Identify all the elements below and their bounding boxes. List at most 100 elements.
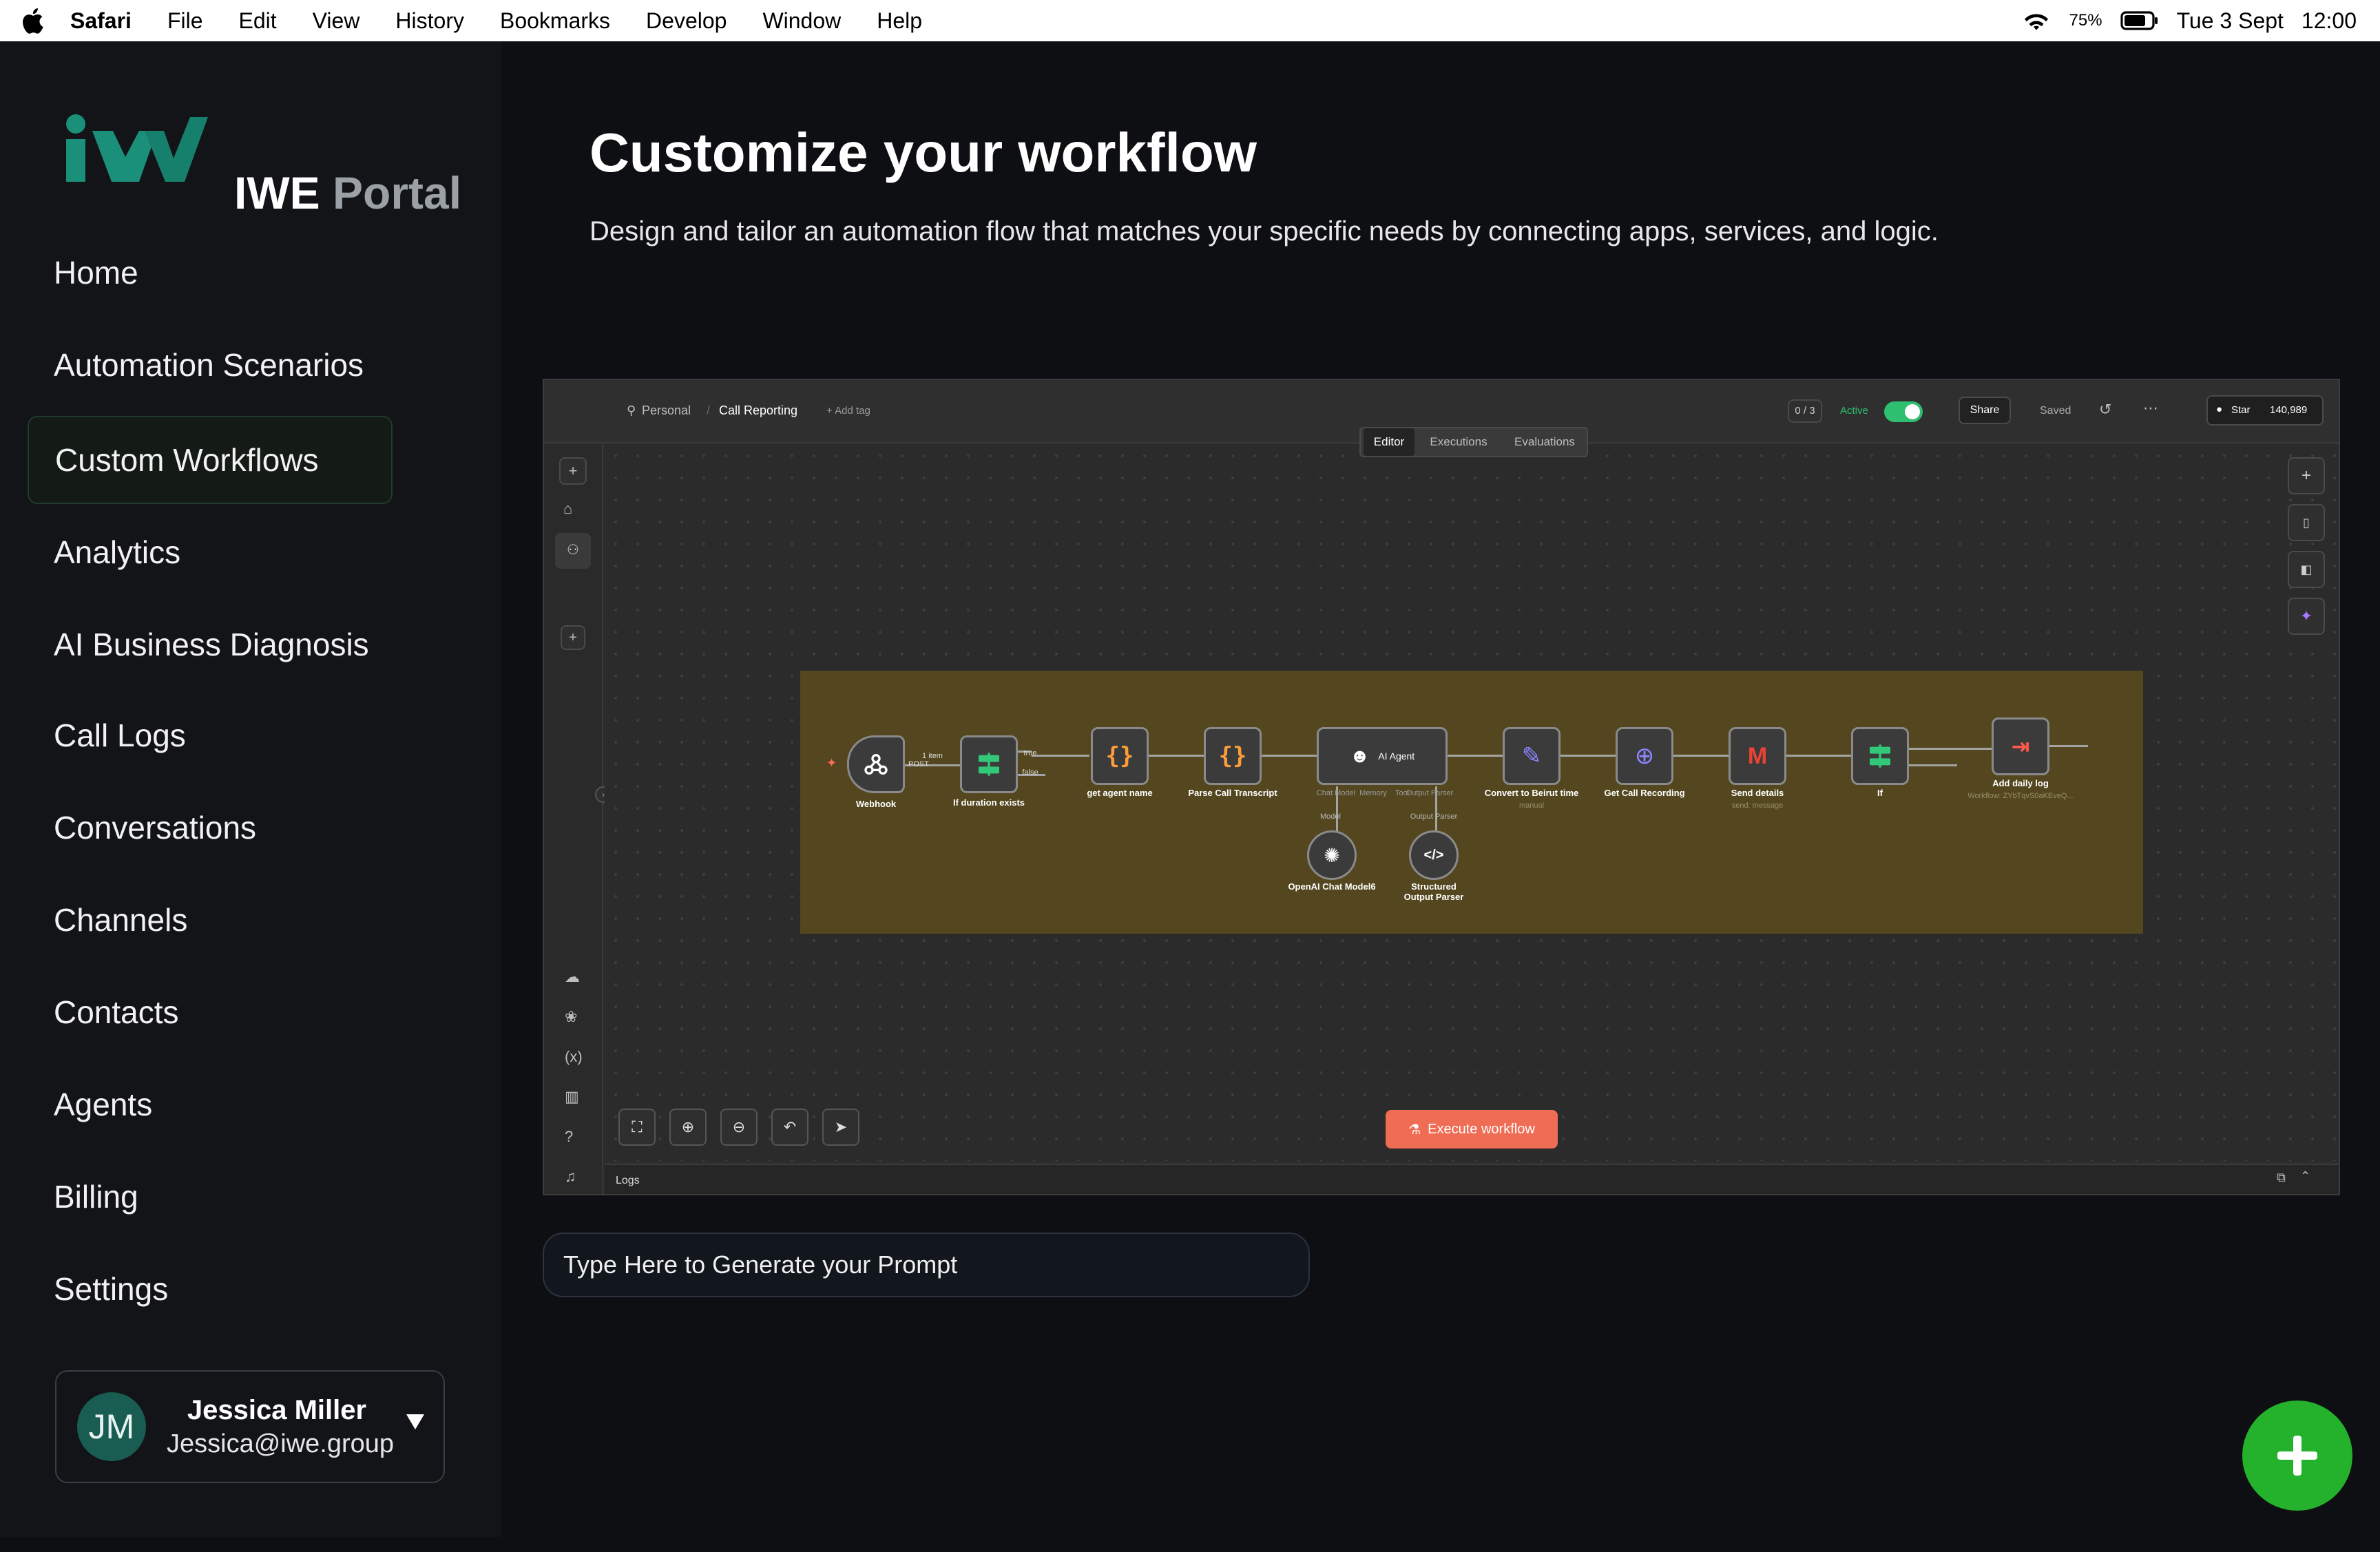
- node-if-duration[interactable]: [960, 735, 1018, 793]
- node-parse-call-transcript[interactable]: {}: [1204, 727, 1262, 785]
- home-icon[interactable]: ⌂: [563, 500, 572, 518]
- node-add-daily-log[interactable]: ⇥: [1992, 717, 2049, 775]
- menu-window[interactable]: Window: [762, 8, 841, 34]
- battery-icon[interactable]: [2120, 11, 2159, 30]
- connection-line: [1560, 755, 1616, 757]
- menu-edit[interactable]: Edit: [239, 8, 277, 34]
- sidebar-item-ai-business-diagnosis[interactable]: AI Business Diagnosis: [28, 600, 393, 689]
- tab-executions[interactable]: Executions: [1417, 428, 1500, 456]
- fit-view-icon[interactable]: ⛶: [618, 1109, 656, 1146]
- zoom-out-icon[interactable]: ⊖: [720, 1109, 758, 1146]
- active-toggle[interactable]: [1884, 401, 1923, 422]
- connection-line: [1909, 748, 1992, 750]
- apple-icon[interactable]: [18, 5, 50, 36]
- sidebar-item-automation-scenarios[interactable]: Automation Scenarios: [28, 321, 393, 409]
- sidebar-item-custom-workflows[interactable]: Custom Workflows: [28, 416, 393, 504]
- user-icon[interactable]: ⚇: [555, 533, 591, 569]
- history-icon[interactable]: ↺: [2099, 401, 2111, 419]
- trigger-bolt-icon: ✦: [826, 756, 837, 770]
- menu-date[interactable]: Tue 3 Sept: [2177, 8, 2284, 34]
- menu-time[interactable]: 12:00: [2301, 8, 2357, 34]
- port-chat-model: Chat Model: [1316, 789, 1356, 797]
- node-convert-to-beirut-time[interactable]: ✎: [1503, 727, 1560, 785]
- chevron-down-icon[interactable]: [406, 1414, 424, 1429]
- sidebar-item-analytics[interactable]: Analytics: [28, 508, 393, 596]
- menu-develop[interactable]: Develop: [646, 8, 727, 34]
- counter-badge: 0 / 3: [1788, 399, 1822, 423]
- user-account-card[interactable]: JM Jessica Miller Jessica@iwe.group: [55, 1370, 445, 1483]
- menu-history[interactable]: History: [395, 8, 464, 34]
- wifi-icon[interactable]: [2021, 9, 2052, 32]
- node-if[interactable]: [1851, 727, 1909, 785]
- cloud-icon[interactable]: ☁: [565, 968, 580, 986]
- help-icon[interactable]: ?: [565, 1128, 573, 1146]
- ai-assistant-icon[interactable]: ✦: [2288, 598, 2325, 635]
- undo-icon[interactable]: ↶: [771, 1109, 808, 1146]
- login-arrow-icon: ⇥: [2011, 734, 2030, 759]
- node-label: Parse Call Transcript: [1188, 788, 1277, 798]
- saved-status: Saved: [2040, 405, 2071, 417]
- panel-icon[interactable]: ◧: [2288, 551, 2325, 588]
- sticky-note-icon[interactable]: ▯: [2288, 504, 2325, 541]
- editor-tabs: Editor Executions Evaluations: [1359, 427, 1588, 457]
- templates-icon[interactable]: ❀: [565, 1008, 577, 1026]
- openai-icon: ✺: [1324, 844, 1340, 866]
- share-button[interactable]: Share: [1959, 397, 2011, 424]
- add-fab-button[interactable]: [2242, 1401, 2352, 1511]
- node-send-details[interactable]: M: [1729, 727, 1786, 785]
- sidebar-item-settings[interactable]: Settings: [28, 1245, 393, 1333]
- breadcrumb-project[interactable]: Personal: [642, 403, 691, 418]
- add-node-icon[interactable]: +: [2288, 457, 2325, 494]
- add-project-icon[interactable]: +: [561, 625, 585, 650]
- output-parser-port-label: Output Parser: [1410, 812, 1458, 821]
- execute-workflow-button[interactable]: ⚗ Execute workflow: [1386, 1110, 1558, 1149]
- plus-icon: [2277, 1436, 2317, 1476]
- sidebar-item-channels[interactable]: Channels: [28, 876, 393, 964]
- sidebar-item-conversations[interactable]: Conversations: [28, 784, 393, 872]
- popout-icon[interactable]: ⧉: [2277, 1171, 2286, 1185]
- menu-help[interactable]: Help: [877, 8, 922, 34]
- editor-left-rail: + ⌂ ⚇ + ☁ ❀ (x) ▥ ? ♫ DE: [544, 443, 603, 1194]
- variables-icon[interactable]: (x): [565, 1048, 583, 1066]
- iwe-logo: [66, 114, 208, 182]
- node-subtitle: Workflow: ZYbTqvS0aKEveQ...: [1967, 792, 2074, 800]
- connection-label: POST: [908, 760, 929, 768]
- sidebar-item-home[interactable]: Home: [28, 229, 393, 317]
- node-get-call-recording[interactable]: ⊕: [1616, 727, 1673, 785]
- node-openai-chat-model[interactable]: ✺: [1307, 830, 1357, 880]
- workflow-name[interactable]: Call Reporting: [719, 403, 797, 418]
- pointer-icon[interactable]: ➤: [822, 1109, 859, 1146]
- node-label: Convert to Beirut time: [1484, 788, 1579, 798]
- tab-editor[interactable]: Editor: [1364, 428, 1415, 456]
- add-tag-link[interactable]: + Add tag: [826, 405, 870, 417]
- menu-view[interactable]: View: [313, 8, 360, 34]
- node-webhook[interactable]: [847, 735, 905, 793]
- node-label: If: [1877, 788, 1883, 798]
- insights-icon[interactable]: ▥: [565, 1088, 579, 1106]
- prompt-input[interactable]: [543, 1233, 1310, 1297]
- sidebar-item-contacts[interactable]: Contacts: [28, 968, 393, 1056]
- tab-evaluations[interactable]: Evaluations: [1503, 428, 1587, 456]
- more-menu-icon[interactable]: ⋯: [2143, 399, 2158, 417]
- bell-icon[interactable]: ♫: [565, 1168, 576, 1186]
- page-subtitle: Design and tailor an automation flow tha…: [589, 216, 1939, 247]
- logs-bar[interactable]: Logs ⧉ ⌃: [605, 1164, 2339, 1194]
- node-get-agent-name[interactable]: {}: [1091, 727, 1149, 785]
- node-label: AI Agent: [1378, 751, 1415, 762]
- zoom-in-icon[interactable]: ⊕: [669, 1109, 707, 1146]
- code-braces-icon: {}: [1105, 742, 1134, 770]
- menu-app-safari[interactable]: Safari: [70, 8, 132, 34]
- menu-file[interactable]: File: [167, 8, 203, 34]
- github-star-button[interactable]: ● Star 140,989: [2206, 395, 2324, 426]
- add-icon[interactable]: +: [559, 457, 587, 485]
- sidebar-item-billing[interactable]: Billing: [28, 1153, 393, 1241]
- sidebar-item-agents[interactable]: Agents: [28, 1060, 393, 1149]
- execute-label: Execute workflow: [1428, 1121, 1535, 1137]
- sidebar-item-call-logs[interactable]: Call Logs: [28, 691, 393, 779]
- code-braces-icon: {}: [1218, 742, 1247, 770]
- chevron-up-icon[interactable]: ⌃: [2300, 1169, 2310, 1184]
- node-ai-agent[interactable]: ☻ AI Agent: [1317, 727, 1448, 785]
- menu-bookmarks[interactable]: Bookmarks: [500, 8, 610, 34]
- node-structured-output-parser[interactable]: </>: [1409, 830, 1459, 880]
- connection-line: [1909, 764, 1957, 766]
